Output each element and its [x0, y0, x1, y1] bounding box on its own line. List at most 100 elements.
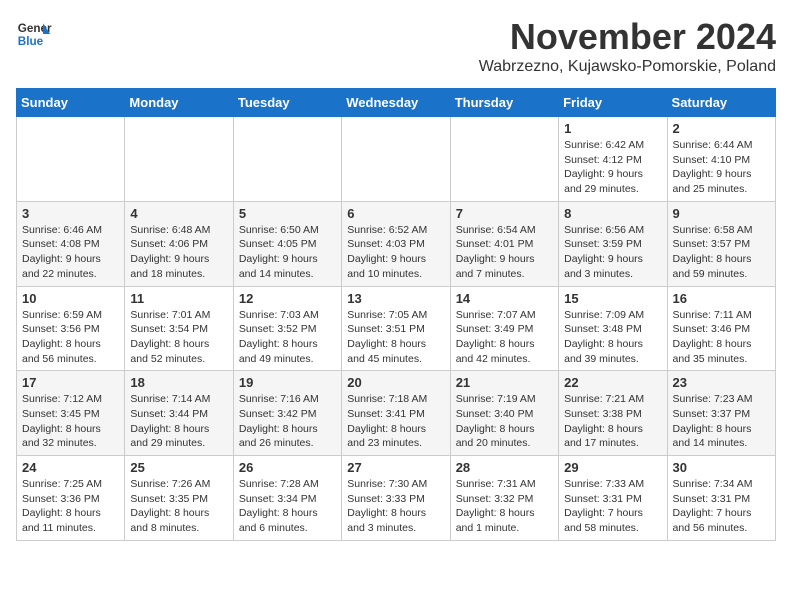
cell-info: Sunrise: 6:52 AM Sunset: 4:03 PM Dayligh…: [347, 223, 444, 282]
weekday-header: Tuesday: [233, 89, 341, 117]
day-number: 28: [456, 460, 553, 475]
calendar-cell: [233, 117, 341, 202]
cell-info: Sunrise: 6:56 AM Sunset: 3:59 PM Dayligh…: [564, 223, 661, 282]
calendar-cell: 1 Sunrise: 6:42 AM Sunset: 4:12 PM Daylig…: [559, 117, 667, 202]
cell-info: Sunrise: 6:59 AM Sunset: 3:56 PM Dayligh…: [22, 308, 119, 367]
cell-info: Sunrise: 6:42 AM Sunset: 4:12 PM Dayligh…: [564, 138, 661, 197]
calendar-cell: 21Sunrise: 7:19 AM Sunset: 3:40 PM Dayli…: [450, 371, 558, 456]
calendar-cell: 28 Sunrise: 7:31 AM Sunset: 3:32 PM Dayli…: [450, 456, 558, 541]
location-title: Wabrzezno, Kujawsko-Pomorskie, Poland: [479, 58, 776, 76]
cell-info: Sunrise: 7:33 AM Sunset: 3:31 PM Dayligh…: [564, 477, 661, 536]
cell-info: Sunrise: 7:31 AM Sunset: 3:32 PM Dayligh…: [456, 477, 553, 536]
logo: General Blue: [16, 16, 52, 52]
calendar-week-row: 3Sunrise: 6:46 AM Sunset: 4:08 PM Daylig…: [17, 201, 776, 286]
calendar-week-row: 10 Sunrise: 6:59 AM Sunset: 3:56 PM Dayli…: [17, 286, 776, 371]
weekday-header: Thursday: [450, 89, 558, 117]
calendar-week-row: 24 Sunrise: 7:25 AM Sunset: 3:36 PM Dayli…: [17, 456, 776, 541]
day-number: 5: [239, 206, 336, 221]
calendar-cell: 8 Sunrise: 6:56 AM Sunset: 3:59 PM Daylig…: [559, 201, 667, 286]
calendar-cell: 5Sunrise: 6:50 AM Sunset: 4:05 PM Daylig…: [233, 201, 341, 286]
calendar-cell: [17, 117, 125, 202]
calendar-cell: 9 Sunrise: 6:58 AM Sunset: 3:57 PM Daylig…: [667, 201, 775, 286]
day-number: 23: [673, 375, 770, 390]
calendar-cell: 23 Sunrise: 7:23 AM Sunset: 3:37 PM Dayli…: [667, 371, 775, 456]
day-number: 25: [130, 460, 227, 475]
calendar-week-row: 1 Sunrise: 6:42 AM Sunset: 4:12 PM Daylig…: [17, 117, 776, 202]
day-number: 15: [564, 291, 661, 306]
cell-info: Sunrise: 6:58 AM Sunset: 3:57 PM Dayligh…: [673, 223, 770, 282]
calendar-cell: 18 Sunrise: 7:14 AM Sunset: 3:44 PM Dayli…: [125, 371, 233, 456]
day-number: 14: [456, 291, 553, 306]
day-number: 22: [564, 375, 661, 390]
logo-icon: General Blue: [16, 16, 52, 52]
cell-info: Sunrise: 7:03 AM Sunset: 3:52 PM Dayligh…: [239, 308, 336, 367]
day-number: 20: [347, 375, 444, 390]
cell-info: Sunrise: 7:12 AM Sunset: 3:45 PM Dayligh…: [22, 392, 119, 451]
cell-info: Sunrise: 7:23 AM Sunset: 3:37 PM Dayligh…: [673, 392, 770, 451]
day-number: 16: [673, 291, 770, 306]
calendar-cell: [450, 117, 558, 202]
calendar-cell: 12 Sunrise: 7:03 AM Sunset: 3:52 PM Dayli…: [233, 286, 341, 371]
day-number: 11: [130, 291, 227, 306]
cell-info: Sunrise: 6:46 AM Sunset: 4:08 PM Dayligh…: [22, 223, 119, 282]
cell-info: Sunrise: 7:16 AM Sunset: 3:42 PM Dayligh…: [239, 392, 336, 451]
weekday-header: Monday: [125, 89, 233, 117]
day-number: 8: [564, 206, 661, 221]
day-number: 1: [564, 121, 661, 136]
cell-info: Sunrise: 7:18 AM Sunset: 3:41 PM Dayligh…: [347, 392, 444, 451]
day-number: 29: [564, 460, 661, 475]
calendar-cell: 7 Sunrise: 6:54 AM Sunset: 4:01 PM Daylig…: [450, 201, 558, 286]
calendar-table: SundayMondayTuesdayWednesdayThursdayFrid…: [16, 88, 776, 541]
cell-info: Sunrise: 7:01 AM Sunset: 3:54 PM Dayligh…: [130, 308, 227, 367]
svg-text:Blue: Blue: [18, 35, 44, 48]
cell-info: Sunrise: 7:21 AM Sunset: 3:38 PM Dayligh…: [564, 392, 661, 451]
cell-info: Sunrise: 7:28 AM Sunset: 3:34 PM Dayligh…: [239, 477, 336, 536]
day-number: 4: [130, 206, 227, 221]
weekday-header: Saturday: [667, 89, 775, 117]
day-number: 12: [239, 291, 336, 306]
day-number: 17: [22, 375, 119, 390]
day-number: 18: [130, 375, 227, 390]
calendar-cell: [342, 117, 450, 202]
calendar-cell: 24 Sunrise: 7:25 AM Sunset: 3:36 PM Dayli…: [17, 456, 125, 541]
day-number: 10: [22, 291, 119, 306]
day-number: 7: [456, 206, 553, 221]
calendar-cell: 27Sunrise: 7:30 AM Sunset: 3:33 PM Dayli…: [342, 456, 450, 541]
cell-info: Sunrise: 7:07 AM Sunset: 3:49 PM Dayligh…: [456, 308, 553, 367]
calendar-cell: 4 Sunrise: 6:48 AM Sunset: 4:06 PM Daylig…: [125, 201, 233, 286]
day-number: 19: [239, 375, 336, 390]
cell-info: Sunrise: 7:25 AM Sunset: 3:36 PM Dayligh…: [22, 477, 119, 536]
calendar-cell: 15Sunrise: 7:09 AM Sunset: 3:48 PM Dayli…: [559, 286, 667, 371]
day-number: 6: [347, 206, 444, 221]
calendar-cell: 3Sunrise: 6:46 AM Sunset: 4:08 PM Daylig…: [17, 201, 125, 286]
header: General Blue November 2024 Wabrzezno, Ku…: [16, 16, 776, 76]
calendar-cell: 20 Sunrise: 7:18 AM Sunset: 3:41 PM Dayli…: [342, 371, 450, 456]
day-number: 30: [673, 460, 770, 475]
title-area: November 2024 Wabrzezno, Kujawsko-Pomors…: [479, 16, 776, 76]
calendar-cell: 14 Sunrise: 7:07 AM Sunset: 3:49 PM Dayli…: [450, 286, 558, 371]
cell-info: Sunrise: 7:26 AM Sunset: 3:35 PM Dayligh…: [130, 477, 227, 536]
calendar-cell: 16Sunrise: 7:11 AM Sunset: 3:46 PM Dayli…: [667, 286, 775, 371]
day-number: 26: [239, 460, 336, 475]
calendar-cell: 19 Sunrise: 7:16 AM Sunset: 3:42 PM Dayli…: [233, 371, 341, 456]
day-number: 24: [22, 460, 119, 475]
cell-info: Sunrise: 7:34 AM Sunset: 3:31 PM Dayligh…: [673, 477, 770, 536]
weekday-header: Friday: [559, 89, 667, 117]
cell-info: Sunrise: 7:30 AM Sunset: 3:33 PM Dayligh…: [347, 477, 444, 536]
day-number: 2: [673, 121, 770, 136]
cell-info: Sunrise: 7:05 AM Sunset: 3:51 PM Dayligh…: [347, 308, 444, 367]
day-number: 9: [673, 206, 770, 221]
weekday-header: Sunday: [17, 89, 125, 117]
calendar-cell: 22 Sunrise: 7:21 AM Sunset: 3:38 PM Dayli…: [559, 371, 667, 456]
calendar-cell: 13Sunrise: 7:05 AM Sunset: 3:51 PM Dayli…: [342, 286, 450, 371]
cell-info: Sunrise: 6:54 AM Sunset: 4:01 PM Dayligh…: [456, 223, 553, 282]
cell-info: Sunrise: 6:48 AM Sunset: 4:06 PM Dayligh…: [130, 223, 227, 282]
cell-info: Sunrise: 6:44 AM Sunset: 4:10 PM Dayligh…: [673, 138, 770, 197]
cell-info: Sunrise: 7:14 AM Sunset: 3:44 PM Dayligh…: [130, 392, 227, 451]
calendar-cell: 11 Sunrise: 7:01 AM Sunset: 3:54 PM Dayli…: [125, 286, 233, 371]
calendar-cell: 2 Sunrise: 6:44 AM Sunset: 4:10 PM Daylig…: [667, 117, 775, 202]
weekday-header: Wednesday: [342, 89, 450, 117]
weekday-header-row: SundayMondayTuesdayWednesdayThursdayFrid…: [17, 89, 776, 117]
calendar-cell: 25 Sunrise: 7:26 AM Sunset: 3:35 PM Dayli…: [125, 456, 233, 541]
calendar-cell: 17 Sunrise: 7:12 AM Sunset: 3:45 PM Dayli…: [17, 371, 125, 456]
